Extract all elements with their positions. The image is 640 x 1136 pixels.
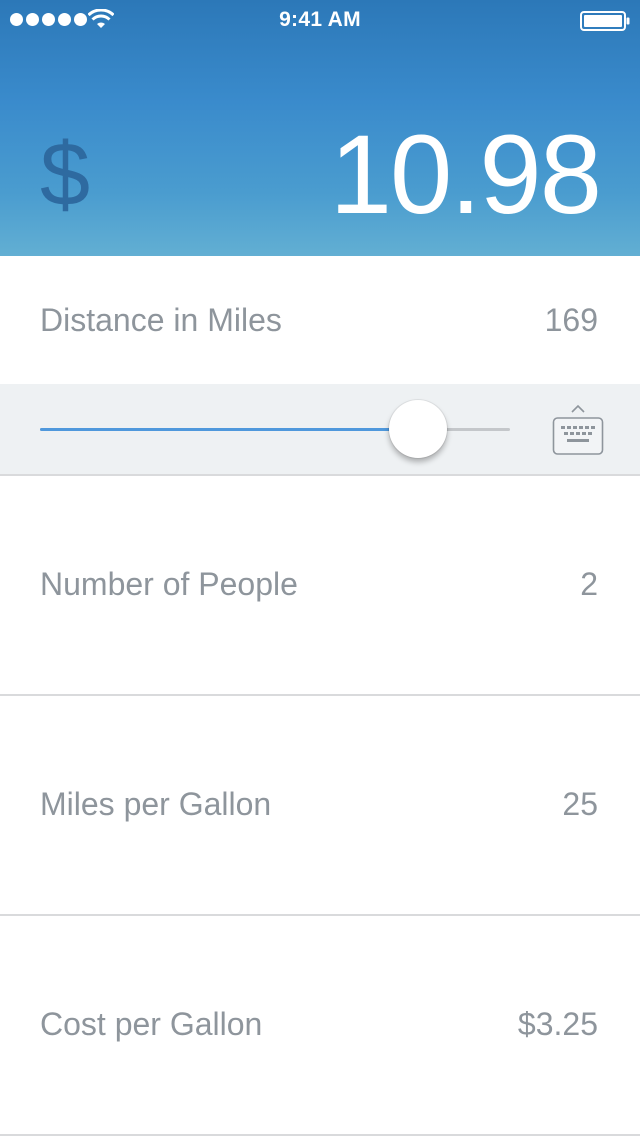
cost-row[interactable]: Cost per Gallon $3.25 xyxy=(0,916,640,1136)
total-header: 9:41 AM $ 10.98 xyxy=(0,0,640,256)
status-bar: 9:41 AM xyxy=(0,0,640,40)
cost-label: Cost per Gallon xyxy=(40,1006,263,1042)
people-label: Number of People xyxy=(40,566,298,602)
cost-value[interactable]: $3.25 xyxy=(518,1006,598,1043)
distance-row[interactable]: Distance in Miles 169 xyxy=(0,256,640,384)
mpg-value[interactable]: 25 xyxy=(562,786,598,823)
mpg-row[interactable]: Miles per Gallon 25 xyxy=(0,696,640,916)
keyboard-icon[interactable] xyxy=(552,404,604,456)
battery-icon xyxy=(580,11,630,31)
people-row[interactable]: Number of People 2 xyxy=(0,476,640,696)
distance-label: Distance in Miles xyxy=(40,302,282,338)
distance-slider-thumb[interactable] xyxy=(388,400,447,458)
total-amount: 10.98 xyxy=(329,112,602,237)
mpg-label: Miles per Gallon xyxy=(40,786,272,822)
distance-slider-fill xyxy=(40,428,418,431)
distance-value[interactable]: 169 xyxy=(545,302,598,339)
distance-slider-panel xyxy=(0,384,640,476)
people-value[interactable]: 2 xyxy=(580,566,598,603)
currency-symbol: $ xyxy=(40,125,91,225)
status-time: 9:41 AM xyxy=(279,8,361,31)
trip-cost-screen: 9:41 AM $ 10.98 Distance in Miles 169 Nu… xyxy=(0,0,640,1136)
